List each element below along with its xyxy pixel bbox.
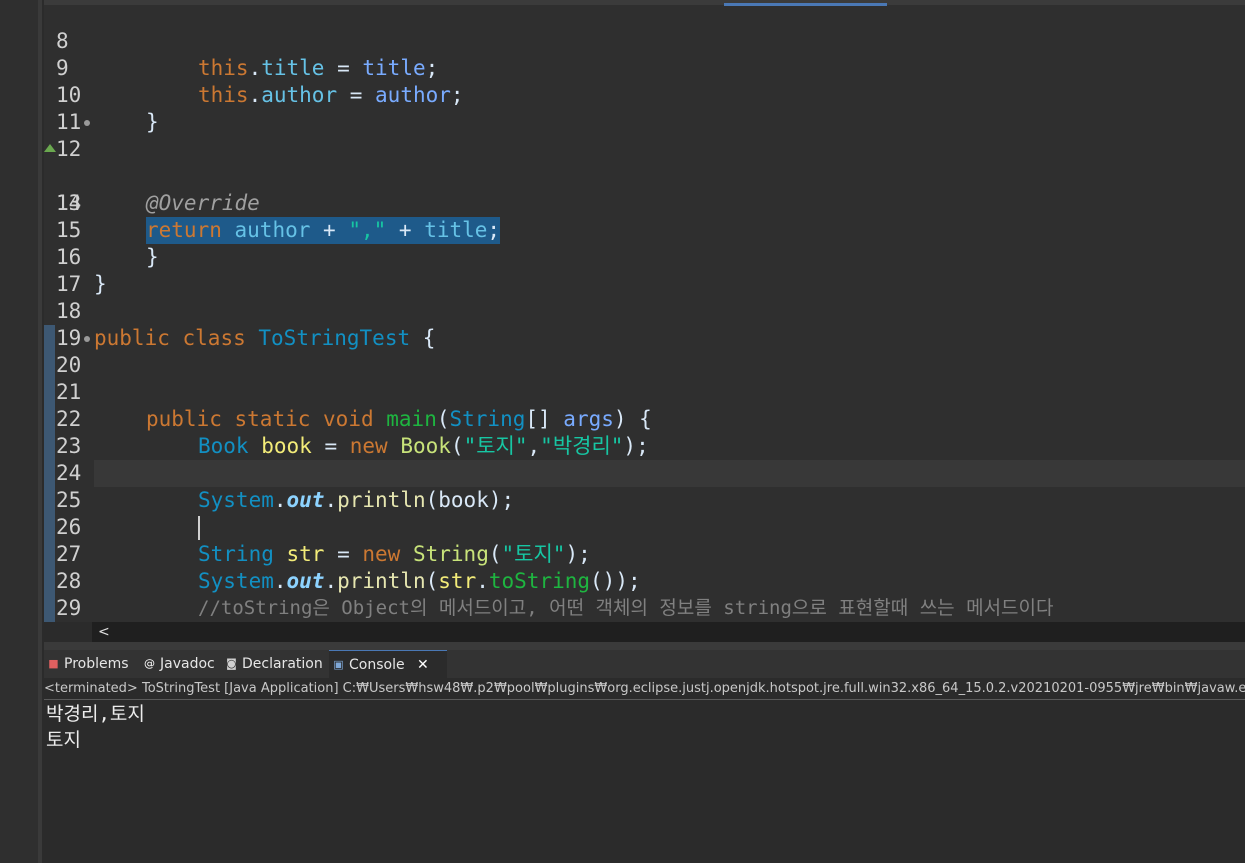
panel-separator[interactable] — [44, 642, 1245, 650]
code-line: 23 — [44, 406, 1245, 458]
tab-console[interactable]: ▣ Console ✕ — [329, 650, 447, 679]
override-triangle-icon[interactable] — [44, 144, 56, 152]
tab-problems[interactable]: ■ Problems — [44, 650, 154, 678]
code-line: 11 — [44, 82, 1245, 134]
code-line: 15 } — [56, 218, 159, 269]
code-line: 16 } — [56, 245, 107, 296]
console-status: <terminated> ToStringTest [Java Applicat… — [44, 679, 1245, 700]
code-line: 22 Book book = new Book("토지","박경리"); — [56, 407, 649, 458]
code-line: 8 this.title = title; — [56, 29, 439, 80]
problems-icon: ■ — [48, 657, 59, 670]
bottom-views-panel: ■ Problems @ Javadoc ◙ Declaration ▣ Con… — [44, 650, 1245, 863]
code-line: 27 System.out.println(str.toString()); — [56, 542, 641, 593]
left-side-strip — [0, 0, 38, 863]
code-line: 29 — [44, 568, 1245, 620]
javadoc-icon: @ — [144, 657, 155, 670]
left-side-border — [38, 0, 42, 863]
close-icon[interactable]: ✕ — [417, 657, 429, 673]
view-tabs: ■ Problems @ Javadoc ◙ Declaration ▣ Con… — [44, 650, 1245, 679]
code-line: 25 — [44, 460, 1245, 540]
code-line: 13 public String toString() { — [44, 136, 1245, 242]
code-line: 12 @Override — [44, 109, 1245, 215]
console-output-line: 박경리,토지 — [46, 703, 145, 725]
code-line: 14 return author + "," + title; — [56, 191, 501, 244]
horizontal-scrollbar[interactable]: < — [92, 622, 1245, 642]
fold-marker-icon[interactable] — [84, 120, 90, 126]
code-line: 9 this.author = author; — [56, 56, 464, 107]
declaration-icon: ◙ — [226, 657, 237, 670]
code-line: 20 public static void main(String[] args… — [44, 325, 1245, 431]
tab-label: Console — [349, 657, 405, 673]
code-line: 30 } — [44, 595, 1245, 622]
tab-label: Problems — [64, 656, 129, 672]
code-line: 21 — [44, 352, 1245, 404]
code-line: 28 //toString은 Object의 메서드이고, 어떤 객체의 정보를… — [44, 541, 1245, 619]
scroll-left-icon[interactable]: < — [98, 622, 110, 642]
code-line: 26 String str = new String("토지"); — [56, 515, 591, 566]
code-line: 10 } — [56, 83, 159, 134]
tab-declaration[interactable]: ◙ Declaration — [222, 650, 346, 678]
code-line: 19 — [44, 298, 1245, 350]
code-line: 18 public class ToStringTest { — [56, 299, 436, 350]
tab-label: Declaration — [242, 656, 323, 672]
fold-marker-icon[interactable] — [84, 336, 90, 342]
editor-tab-strip — [44, 0, 1245, 6]
code-line: 24 System.out.println(book); — [56, 461, 515, 512]
code-line: 17 — [44, 244, 1245, 296]
active-editor-tab-indicator[interactable] — [724, 3, 887, 6]
console-icon: ▣ — [333, 658, 344, 671]
tab-label: Javadoc — [160, 656, 215, 672]
console-output-line: 토지 — [46, 729, 81, 751]
code-editor[interactable]: 8 this.title = title; 9 this.author = au… — [44, 0, 1245, 622]
